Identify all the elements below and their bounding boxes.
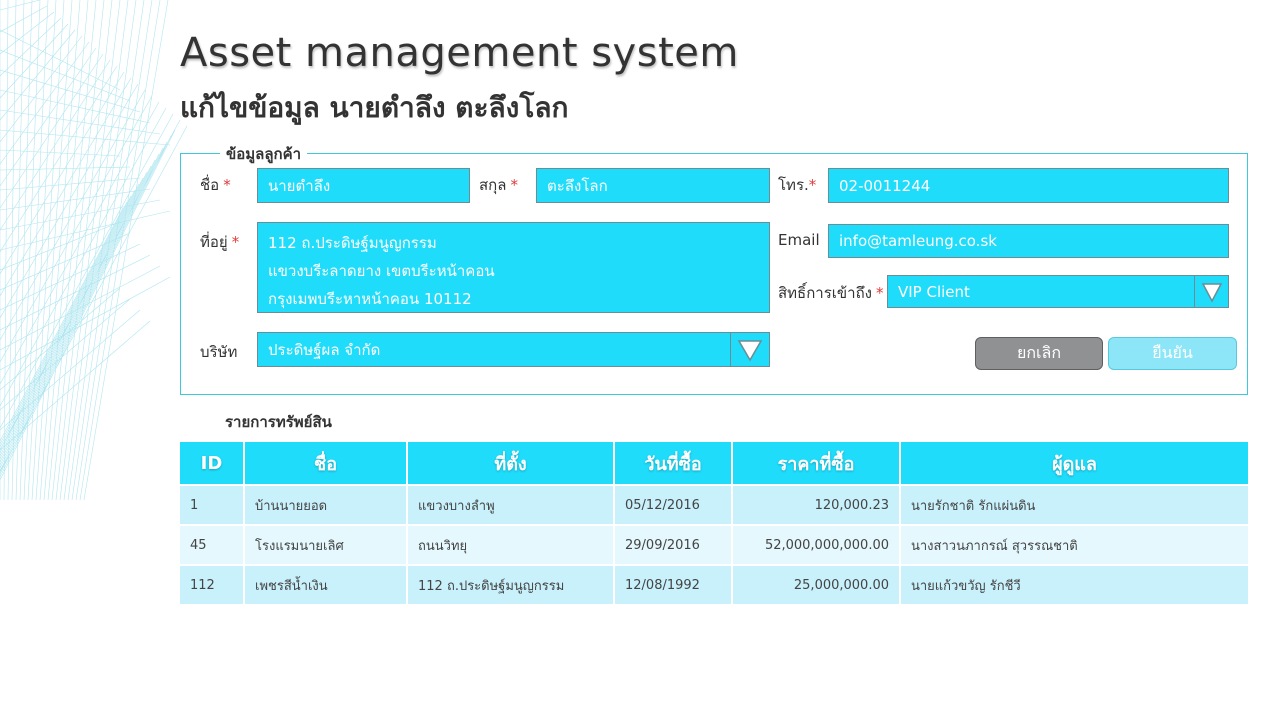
company-dropdown-button[interactable]: [730, 332, 770, 367]
table-row[interactable]: 45 โรงแรมนายเลิศ ถนนวิทยุ 29/09/2016 52,…: [180, 524, 1248, 565]
triangle-down-icon: [737, 339, 763, 361]
cell-id: 112: [180, 564, 245, 604]
address-label: ที่อยู่ *: [200, 233, 240, 251]
table-header-row: ID ชื่อ ที่ตั้ง วันที่ซื้อ ราคาที่ซื้อ ผ…: [180, 442, 1248, 485]
first-name-label: ชื่อ *: [200, 176, 231, 194]
column-header-name[interactable]: ชื่อ: [244, 442, 408, 485]
page-subtitle: แก้ไขข้อมูล นายตำลึง ตะลึงโลก: [180, 91, 569, 124]
required-mark: *: [223, 176, 231, 194]
confirm-button[interactable]: ยืนยัน: [1108, 337, 1237, 370]
cell-id: 45: [180, 524, 245, 565]
cell-caretaker: นางสาวนภากรณ์ สุวรรณชาติ: [900, 524, 1248, 565]
access-select[interactable]: VIP Client: [887, 275, 1229, 308]
cell-purchase-price: 52,000,000,000.00: [732, 524, 901, 565]
address-line-2: แขวงบรีะลาดยาง เขตบรีะหน้าคอน: [268, 262, 495, 280]
cell-purchase-date: 29/09/2016: [614, 524, 733, 565]
assets-section-title: รายการทรัพย์สิน: [225, 413, 332, 431]
last-name-label: สกุล *: [479, 176, 518, 194]
required-mark: *: [510, 176, 518, 194]
company-label: บริษัท: [200, 343, 238, 361]
cancel-button[interactable]: ยกเลิก: [975, 337, 1103, 370]
access-dropdown-button[interactable]: [1194, 275, 1229, 308]
required-mark: *: [875, 284, 884, 302]
cell-caretaker: นายแก้วขวัญ รักชีวี: [900, 564, 1248, 604]
cell-id: 1: [180, 484, 245, 525]
app-title: Asset management system: [180, 30, 739, 76]
column-header-caretaker[interactable]: ผู้ดูแล: [900, 442, 1248, 485]
cell-caretaker: นายรักชาติ รักแผ่นดิน: [900, 484, 1248, 525]
cell-location: 112 ถ.ประดิษฐ์มนูญกรรม: [407, 564, 615, 604]
column-header-id[interactable]: ID: [180, 442, 245, 485]
phone-input[interactable]: 02-0011244: [828, 168, 1229, 203]
first-name-input[interactable]: นายตำลึง: [257, 168, 470, 203]
cell-purchase-price: 25,000,000.00: [732, 564, 901, 604]
address-line-1: 112 ถ.ประดิษฐ์มนูญกรรม: [268, 234, 437, 252]
last-name-input[interactable]: ตะลึงโลก: [536, 168, 770, 203]
cell-location: ถนนวิทยุ: [407, 524, 615, 565]
table-row[interactable]: 1 บ้านนายยอด แขวงบางลำพู 05/12/2016 120,…: [180, 484, 1248, 525]
cell-location: แขวงบางลำพู: [407, 484, 615, 525]
required-mark: *: [808, 176, 817, 194]
company-select[interactable]: ประดิษฐ์ผล จำกัด: [257, 332, 770, 367]
column-header-purchase-price[interactable]: ราคาที่ซื้อ: [732, 442, 901, 485]
email-label: Email: [778, 231, 820, 249]
address-line-3: กรุงเมพบรีะหาหน้าคอน 10112: [268, 290, 472, 308]
table-row[interactable]: 112 เพชรสีน้ำเงิน 112 ถ.ประดิษฐ์มนูญกรรม…: [180, 564, 1248, 604]
column-header-location[interactable]: ที่ตั้ง: [407, 442, 615, 485]
access-label: สิทธิ์การเข้าถึง *: [778, 284, 884, 302]
cell-purchase-date: 12/08/1992: [614, 564, 733, 604]
address-textarea[interactable]: 112 ถ.ประดิษฐ์มนูญกรรม แขวงบรีะลาดยาง เข…: [257, 222, 770, 313]
column-header-purchase-date[interactable]: วันที่ซื้อ: [614, 442, 733, 485]
cell-name: โรงแรมนายเลิศ: [244, 524, 408, 565]
email-input[interactable]: info@tamleung.co.sk: [828, 224, 1229, 258]
cell-purchase-date: 05/12/2016: [614, 484, 733, 525]
triangle-down-icon: [1201, 282, 1222, 303]
panel-legend: ข้อมูลลูกค้า: [220, 142, 308, 166]
cell-name: บ้านนายยอด: [244, 484, 408, 525]
required-mark: *: [231, 233, 240, 251]
phone-label: โทร.*: [778, 176, 817, 194]
wireframe-decoration: [0, 0, 188, 500]
cell-purchase-price: 120,000.23: [732, 484, 901, 525]
cell-name: เพชรสีน้ำเงิน: [244, 564, 408, 604]
assets-table: ID ชื่อ ที่ตั้ง วันที่ซื้อ ราคาที่ซื้อ ผ…: [180, 442, 1248, 604]
